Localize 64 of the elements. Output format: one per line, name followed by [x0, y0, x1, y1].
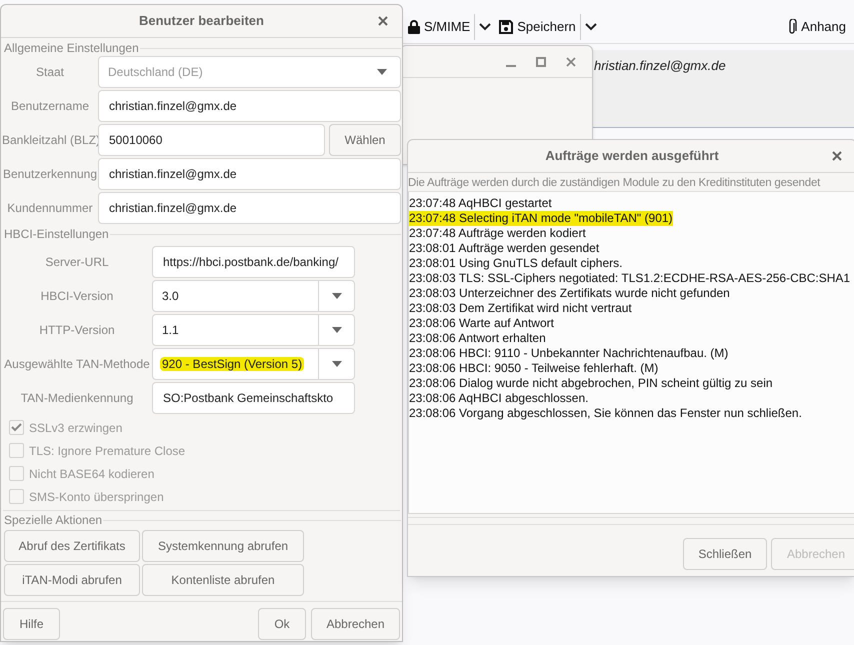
checkbox[interactable] [9, 489, 24, 504]
log-line: 23:07:48 AqHBCI gestartet [409, 196, 552, 211]
window-title: Aufträge werden ausgeführt [545, 147, 719, 166]
button[interactable]: Schließen [683, 538, 767, 570]
button[interactable]: Wählen [329, 124, 401, 156]
field-label: HTTP-Version [38, 322, 116, 339]
log-line: 23:08:06 HBCI: 9050 - Teilweise fehlerhaft. (M) [409, 361, 658, 376]
toolbar-button[interactable]: S/MIME [404, 14, 474, 40]
group-title: Allgemeine Einstellungen [3, 40, 140, 57]
button[interactable]: Kontenliste abrufen [142, 564, 304, 596]
button[interactable]: Systemkennung abrufen [142, 530, 304, 562]
checkbox-label: TLS: Ignore Premature Close [29, 442, 186, 460]
toolbar-button[interactable]: Speichern [495, 14, 580, 40]
close-icon[interactable] [378, 16, 388, 26]
field-label: Benutzername [10, 98, 90, 115]
field-label: Kundennummer [6, 200, 94, 217]
toolbar-button[interactable]: Anhang [783, 14, 850, 40]
input-field[interactable]: 50010060 [98, 124, 325, 156]
save-icon[interactable] [499, 20, 514, 34]
input-field[interactable]: christian.finzel@gmx.de [98, 158, 401, 190]
field-label: Staat [34, 64, 66, 81]
paperclip-icon[interactable] [787, 19, 798, 35]
lock-icon[interactable] [408, 20, 420, 34]
field-label: TAN-Medienkennung [20, 390, 134, 407]
checkbox-label: Nicht BASE64 kodieren [29, 466, 154, 482]
close-icon[interactable] [566, 56, 576, 66]
field-label: Server-URL [44, 254, 110, 271]
combo-box[interactable]: 1.1 [152, 314, 355, 346]
combo-box[interactable]: 3.0 [152, 280, 355, 312]
group-title: HBCI-Einstellungen [3, 226, 110, 243]
button[interactable]: Abruf des Zertifikats [4, 530, 140, 562]
log-line: 23:08:06 Antwort erhalten [409, 331, 546, 346]
field-label: Benutzerkennung [2, 166, 98, 183]
input-field[interactable]: christian.finzel@gmx.de [98, 192, 401, 224]
input-field[interactable]: SO:Postbank Gemeinschaftskto [152, 382, 355, 414]
close-icon[interactable] [832, 151, 842, 161]
button[interactable]: iTAN-Modi abrufen [4, 564, 140, 596]
log-line: 23:08:06 Dialog wurde nicht abgebrochen, PIN scheint gültig zu sein [409, 376, 773, 391]
field-label: HBCI-Version [40, 288, 114, 305]
input-field[interactable]: https://hbci.postbank.de/banking/ [152, 246, 355, 278]
field-label: Ausgewählte TAN-Methode [3, 356, 151, 373]
checkbox[interactable] [9, 443, 24, 458]
button[interactable]: Hilfe [3, 608, 60, 640]
log-line: 23:08:03 Unterzeichner des Zertifikats wurde nicht gefunden [409, 286, 730, 301]
input-field[interactable]: christian.finzel@gmx.de [98, 90, 401, 122]
log-line: 23:08:06 AqHBCI abgeschlossen. [409, 391, 588, 406]
button[interactable]: Ok [258, 608, 306, 640]
checkbox-label: SSLv3 erzwingen [29, 420, 122, 436]
checkbox-label: SMS-Konto überspringen [29, 488, 164, 506]
group-title: Spezielle Aktionen [3, 512, 104, 529]
log-line: 23:08:06 HBCI: 9110 - Unbekannter Nachrichtenaufbau. (M) [409, 346, 728, 361]
log-line: 23:07:48 Aufträge werden kodiert [409, 226, 586, 241]
checkbox[interactable] [9, 420, 24, 435]
log-line: 23:08:01 Using GnuTLS default ciphers. [409, 256, 622, 271]
log-line: 23:08:06 Warte auf Antwort [409, 316, 554, 331]
button[interactable]: Abbrechen [311, 608, 400, 640]
log-line: 23:08:03 TLS: SSL-Ciphers negotiated: TLS1.2:ECDHE-RSA-AES-256-CBC:SHA1 [409, 271, 850, 286]
maximize-icon[interactable] [536, 56, 546, 66]
log-line: 23:08:06 Vorgang abgeschlossen, Sie können das Fenster nun schließen. [409, 406, 802, 421]
combo-box[interactable]: 920 - BestSign (Version 5) [152, 348, 355, 380]
checkbox[interactable] [9, 466, 24, 481]
log-line: 23:08:03 Dem Zertifikat wird nicht vertraut [409, 301, 632, 316]
log-line: 23:08:01 Aufträge werden gesendet [409, 241, 600, 256]
window-title: Benutzer bearbeiten [139, 12, 264, 30]
